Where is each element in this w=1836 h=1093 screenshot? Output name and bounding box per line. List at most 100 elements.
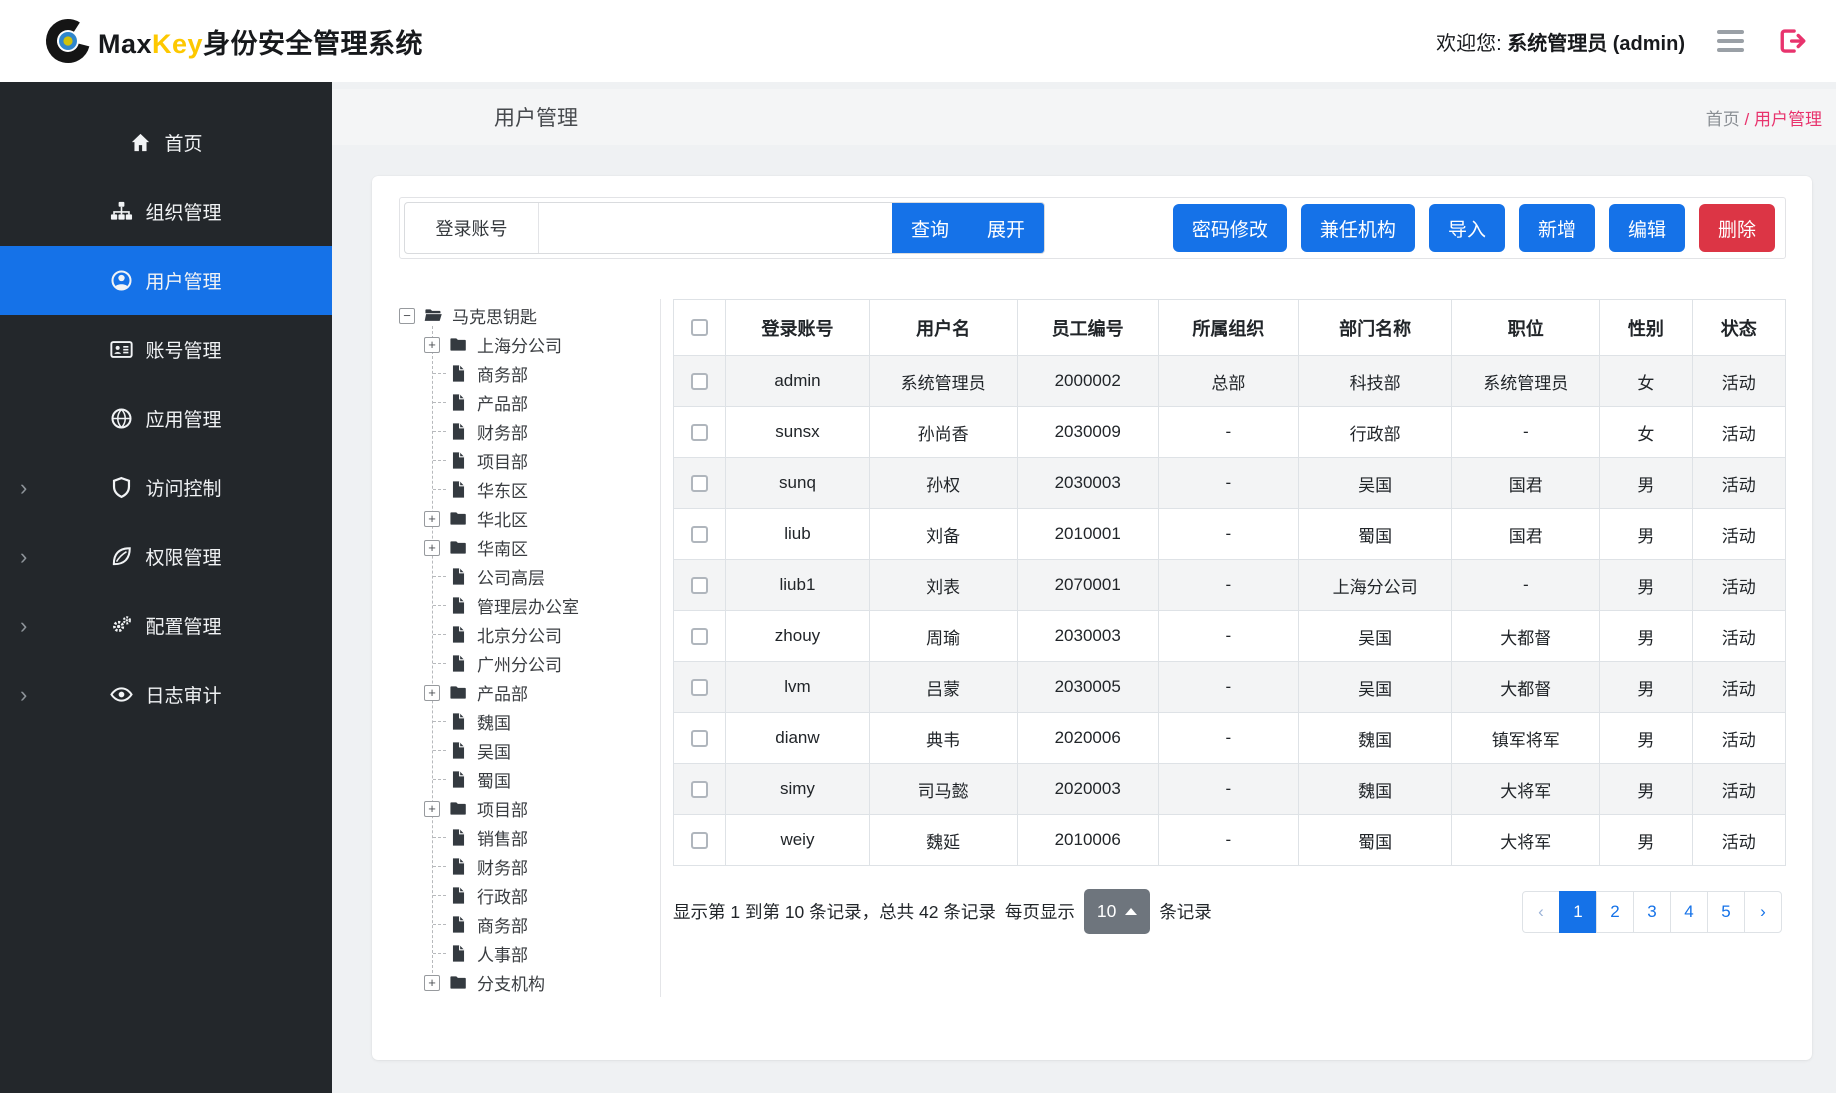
column-header-position[interactable]: 职位 xyxy=(1452,300,1600,356)
tree-node[interactable]: 公司高层 xyxy=(399,562,654,591)
tree-node[interactable]: +华北区 xyxy=(399,504,654,533)
search-input[interactable] xyxy=(539,203,892,253)
column-header-login-account[interactable]: 登录账号 xyxy=(726,300,869,356)
table-row[interactable]: simy司马懿2020003-魏国大将军男活动 xyxy=(674,764,1786,815)
tree-node[interactable]: 广州分公司 xyxy=(399,649,654,678)
title-bar: 用户管理 首页 / 用户管理 xyxy=(332,89,1836,145)
sidebar-item-access-control[interactable]: ›访问控制 xyxy=(0,453,332,522)
sidebar-item-account-management[interactable]: 账号管理 xyxy=(0,315,332,384)
tree-node[interactable]: 商务部 xyxy=(399,910,654,939)
idcard-icon xyxy=(110,338,133,361)
sidebar-item-user-management[interactable]: 用户管理 xyxy=(0,246,332,315)
column-header-organization[interactable]: 所属组织 xyxy=(1158,300,1298,356)
expander-plus-icon[interactable]: + xyxy=(424,337,440,353)
row-checkbox[interactable] xyxy=(691,424,708,441)
pagination-prev[interactable]: ‹ xyxy=(1522,891,1560,933)
edit-button[interactable]: 编辑 xyxy=(1609,204,1685,252)
pagination-page-2[interactable]: 2 xyxy=(1596,891,1634,933)
tree-node[interactable]: +产品部 xyxy=(399,678,654,707)
pagination-next[interactable]: › xyxy=(1744,891,1782,933)
cell-department: 魏国 xyxy=(1298,764,1451,815)
pagination-page-4[interactable]: 4 xyxy=(1670,891,1708,933)
content-card: 登录账号 查询 展开 密码修改兼任机构导入新增编辑删除 −马克思钥匙+上海分公司… xyxy=(372,176,1812,1060)
table-row[interactable]: admin系统管理员2000002总部科技部系统管理员女活动 xyxy=(674,356,1786,407)
per-page-select[interactable]: 10 xyxy=(1084,889,1150,934)
tree-node[interactable]: +项目部 xyxy=(399,794,654,823)
sidebar-item-home[interactable]: 首页 xyxy=(0,108,332,177)
tree-node[interactable]: 管理层办公室 xyxy=(399,591,654,620)
tree-node[interactable]: 蜀国 xyxy=(399,765,654,794)
delete-button[interactable]: 删除 xyxy=(1699,204,1775,252)
tree-node[interactable]: 华东区 xyxy=(399,475,654,504)
expander-plus-icon[interactable]: + xyxy=(424,801,440,817)
password-modify-button[interactable]: 密码修改 xyxy=(1173,204,1287,252)
tree-connector-line xyxy=(433,953,446,954)
sidebar-item-permission-management[interactable]: ›权限管理 xyxy=(0,522,332,591)
tree-node[interactable]: 项目部 xyxy=(399,446,654,475)
column-header-department[interactable]: 部门名称 xyxy=(1298,300,1451,356)
caret-up-icon xyxy=(1125,908,1137,915)
column-header-username[interactable]: 用户名 xyxy=(869,300,1017,356)
select-all-checkbox[interactable] xyxy=(691,319,708,336)
tree-node[interactable]: 财务部 xyxy=(399,852,654,881)
sidebar-item-log-audit[interactable]: ›日志审计 xyxy=(0,660,332,729)
table-row[interactable]: sunq孙权2030003-吴国国君男活动 xyxy=(674,458,1786,509)
sidebar-item-config-management[interactable]: ›配置管理 xyxy=(0,591,332,660)
tree-node[interactable]: 北京分公司 xyxy=(399,620,654,649)
expander-minus-icon[interactable]: − xyxy=(399,308,415,324)
row-checkbox[interactable] xyxy=(691,781,708,798)
logout-icon[interactable] xyxy=(1776,26,1806,56)
tree-node[interactable]: 魏国 xyxy=(399,707,654,736)
import-button[interactable]: 导入 xyxy=(1429,204,1505,252)
pagination-page-5[interactable]: 5 xyxy=(1707,891,1745,933)
table-row[interactable]: sunsx孙尚香2030009-行政部-女活动 xyxy=(674,407,1786,458)
row-checkbox[interactable] xyxy=(691,679,708,696)
table-row[interactable]: dianw典韦2020006-魏国镇军将军男活动 xyxy=(674,713,1786,764)
tree-node[interactable]: 人事部 xyxy=(399,939,654,968)
row-checkbox[interactable] xyxy=(691,577,708,594)
tree-node[interactable]: 商务部 xyxy=(399,359,654,388)
column-header-employee-no[interactable]: 员工编号 xyxy=(1017,300,1158,356)
row-checkbox[interactable] xyxy=(691,373,708,390)
tree-node[interactable]: 财务部 xyxy=(399,417,654,446)
table-row[interactable]: lvm吕蒙2030005-吴国大都督男活动 xyxy=(674,662,1786,713)
expand-button[interactable]: 展开 xyxy=(968,203,1044,253)
expander-plus-icon[interactable]: + xyxy=(424,540,440,556)
table-row[interactable]: zhouy周瑜2030003-吴国大都督男活动 xyxy=(674,611,1786,662)
row-checkbox[interactable] xyxy=(691,526,708,543)
tree-node[interactable]: 行政部 xyxy=(399,881,654,910)
row-checkbox[interactable] xyxy=(691,475,708,492)
row-checkbox[interactable] xyxy=(691,628,708,645)
tree-node[interactable]: 吴国 xyxy=(399,736,654,765)
expander-plus-icon[interactable]: + xyxy=(424,975,440,991)
pagination-page-3[interactable]: 3 xyxy=(1633,891,1671,933)
column-header-gender[interactable]: 性别 xyxy=(1600,300,1692,356)
tree-node[interactable]: +分支机构 xyxy=(399,968,654,997)
sidebar-item-org-management[interactable]: 组织管理 xyxy=(0,177,332,246)
cell-username: 孙尚香 xyxy=(869,407,1017,458)
tree-node[interactable]: +上海分公司 xyxy=(399,330,654,359)
table-row[interactable]: weiy魏延2010006-蜀国大将军男活动 xyxy=(674,815,1786,866)
cell-organization: - xyxy=(1158,764,1298,815)
folder-icon xyxy=(449,335,468,354)
tree-node[interactable]: 销售部 xyxy=(399,823,654,852)
expander-plus-icon[interactable]: + xyxy=(424,511,440,527)
query-button[interactable]: 查询 xyxy=(892,203,968,253)
cell-employee-no: 2020006 xyxy=(1017,713,1158,764)
table-row[interactable]: liub刘备2010001-蜀国国君男活动 xyxy=(674,509,1786,560)
row-checkbox[interactable] xyxy=(691,832,708,849)
sidebar-item-app-management[interactable]: 应用管理 xyxy=(0,384,332,453)
tree-node[interactable]: 产品部 xyxy=(399,388,654,417)
tree-node[interactable]: −马克思钥匙 xyxy=(399,301,654,330)
column-header-status[interactable]: 状态 xyxy=(1692,300,1785,356)
breadcrumb-home[interactable]: 首页 xyxy=(1706,110,1740,129)
menu-toggle-icon[interactable] xyxy=(1713,26,1748,56)
cell-login-account: sunsx xyxy=(726,407,869,458)
expander-plus-icon[interactable]: + xyxy=(424,685,440,701)
concurrent-org-button[interactable]: 兼任机构 xyxy=(1301,204,1415,252)
pagination-page-1[interactable]: 1 xyxy=(1559,891,1597,933)
add-button[interactable]: 新增 xyxy=(1519,204,1595,252)
table-row[interactable]: liub1刘表2070001-上海分公司-男活动 xyxy=(674,560,1786,611)
tree-node[interactable]: +华南区 xyxy=(399,533,654,562)
row-checkbox[interactable] xyxy=(691,730,708,747)
